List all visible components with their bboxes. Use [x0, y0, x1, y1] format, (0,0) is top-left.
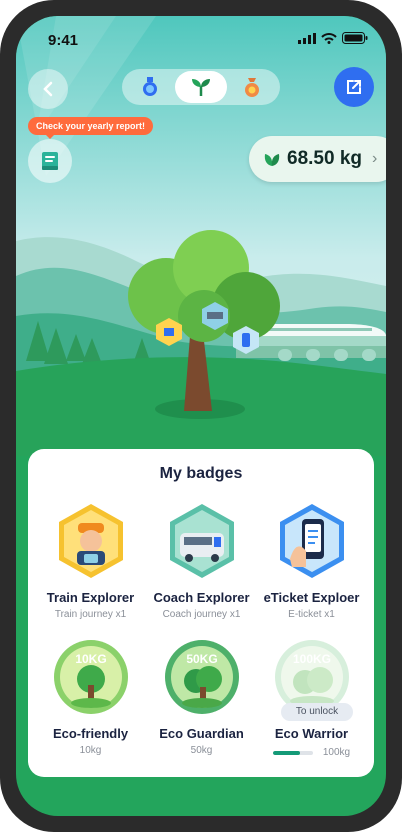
chevron-left-icon — [43, 81, 53, 97]
progress-track — [272, 750, 313, 755]
tab-medal[interactable] — [124, 71, 176, 103]
badges-title: My badges — [159, 465, 243, 482]
badge-weight-label: 10KG — [75, 652, 106, 666]
leaf-icon — [264, 154, 280, 166]
share-button[interactable] — [334, 67, 374, 107]
train-explorer-badge-icon — [58, 504, 123, 578]
wifi-icon — [321, 32, 337, 44]
progress-fill — [272, 750, 301, 755]
chevron-right-icon: › — [372, 150, 378, 167]
badge-name: eTicket Exploer — [263, 590, 360, 605]
tab-money-bag[interactable] — [226, 71, 278, 103]
badge-coach-explorer[interactable]: Coach Explorer Coach journey x1 — [144, 501, 259, 620]
eco-friendly-badge-icon: 10KG — [53, 640, 128, 714]
badge-name: Eco-friendly — [52, 726, 129, 741]
badge-eco-guardian[interactable]: 50KG Eco Guardian 50kg — [144, 637, 259, 756]
report-book-icon — [42, 152, 58, 170]
money-bag-icon — [245, 78, 259, 97]
status-icons — [298, 32, 368, 44]
status-bar: 9:41 — [16, 16, 386, 60]
badge-eco-friendly[interactable]: 10KG Eco-friendly 10kg — [33, 637, 148, 756]
badge-name: Coach Explorer — [153, 590, 250, 605]
medal-icon — [143, 77, 157, 96]
carbon-saved-value: 68.50 kg — [287, 148, 362, 169]
mode-tabs — [122, 69, 280, 105]
back-button[interactable] — [28, 69, 68, 109]
badge-requirement: 100kg — [322, 747, 351, 758]
to-unlock-label: To unlock — [281, 703, 353, 721]
yearly-report-tooltip[interactable]: Check your yearly report! — [28, 117, 154, 139]
eco-guardian-badge-icon: 50KG — [164, 640, 239, 714]
badge-weight-label: 100KG — [292, 652, 330, 666]
badge-requirement: Coach journey x1 — [162, 609, 241, 620]
badge-progress: 100kg — [254, 747, 369, 758]
badge-eticket-explorer[interactable]: eTicket Exploer E-ticket x1 — [254, 501, 369, 620]
badge-weight-label: 50KG — [186, 652, 217, 666]
app-screen: 9:41 Check your yearly report! 68.50 kg … — [16, 16, 386, 816]
sprout-icon — [192, 79, 210, 96]
eticket-explorer-badge-icon — [279, 504, 344, 578]
badge-requirement: Train journey x1 — [54, 609, 127, 620]
badge-requirement: E-ticket x1 — [288, 609, 335, 620]
badges-card: My badges Train Explorer Train journey x… — [28, 449, 374, 777]
coach-explorer-badge-icon — [169, 504, 234, 578]
status-time: 9:41 — [48, 32, 79, 49]
yearly-report-button[interactable] — [28, 139, 72, 183]
badge-name: Eco Guardian — [159, 726, 244, 741]
badge-requirement: 50kg — [190, 745, 213, 756]
tab-sprout[interactable] — [175, 71, 227, 103]
share-icon — [347, 80, 361, 94]
badge-name: Train Explorer — [46, 590, 135, 605]
badge-eco-warrior[interactable]: 100KG Eco Warrior 100kg — [254, 637, 369, 758]
signal-icon — [298, 32, 316, 44]
badge-requirement: 10kg — [79, 745, 102, 756]
badge-name: Eco Warrior — [274, 726, 349, 741]
badge-train-explorer[interactable]: Train Explorer Train journey x1 — [33, 501, 148, 620]
battery-icon — [342, 32, 368, 44]
carbon-saved-pill[interactable]: 68.50 kg › — [249, 136, 386, 182]
